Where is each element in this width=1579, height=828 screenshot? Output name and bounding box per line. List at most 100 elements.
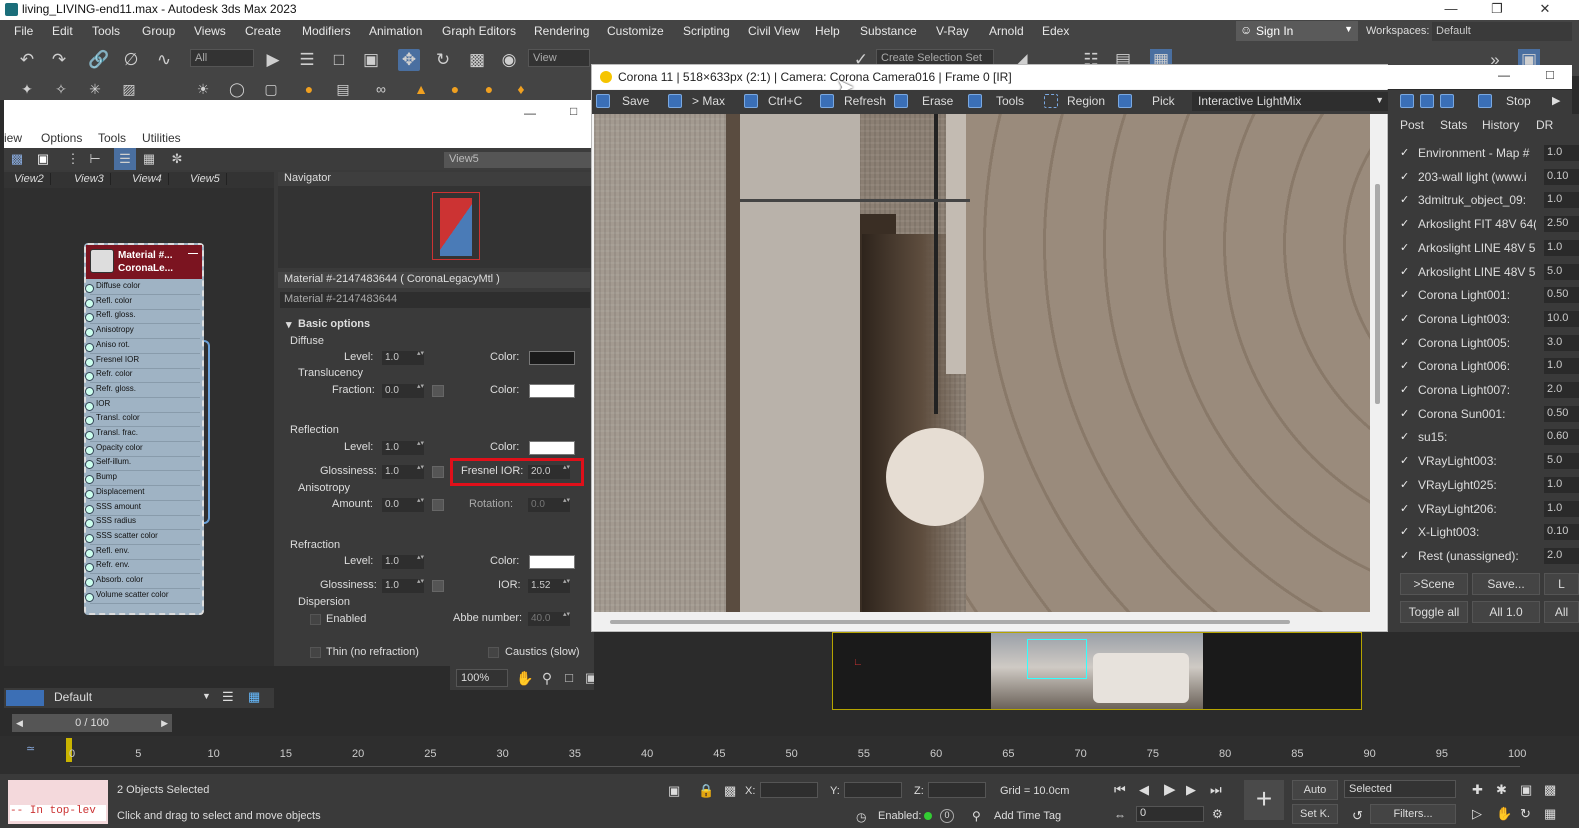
caustics-checkbox[interactable] (488, 647, 499, 658)
to-max-button[interactable]: > Max (692, 94, 725, 108)
dispersion-enabled-checkbox[interactable] (310, 614, 321, 625)
pick-material-icon[interactable]: ▣ (32, 148, 54, 170)
slate-menu-options[interactable]: Options (41, 131, 82, 145)
light-enabled-checkbox[interactable]: ✓ (1400, 337, 1412, 349)
tab-view3[interactable]: View3 (68, 173, 111, 185)
menu-edex[interactable]: Edex (1042, 24, 1069, 38)
next-frame-icon[interactable]: ▶ (161, 714, 168, 732)
save-icon[interactable] (596, 94, 610, 108)
layout-children-icon[interactable]: ▦ (138, 148, 160, 170)
menu-graph-editors[interactable]: Graph Editors (442, 24, 516, 38)
menu-file[interactable]: File (14, 24, 33, 38)
corona-sky-icon[interactable]: ● (478, 78, 500, 100)
corona-sun-icon[interactable]: ● (444, 78, 466, 100)
scene-explorer-icon[interactable]: ▦ (248, 689, 260, 705)
menu-group[interactable]: Group (142, 24, 175, 38)
unlink-icon[interactable]: ∅ (120, 49, 142, 71)
current-layer[interactable]: Default (54, 690, 92, 704)
reflection-color-swatch[interactable] (529, 441, 575, 455)
menu-modifiers[interactable]: Modifiers (302, 24, 351, 38)
vfb-minimize-icon[interactable]: — (1498, 68, 1510, 82)
isolate-icon[interactable]: ▣ (668, 783, 680, 799)
enabled-indicator[interactable] (924, 812, 932, 820)
undo-icon[interactable]: ↶ (16, 49, 38, 71)
light-intensity-field[interactable]: 1.0 (1544, 239, 1579, 256)
set-key-button[interactable]: Set K. (1292, 804, 1338, 824)
basic-options-rollout[interactable]: Basic options (298, 318, 370, 330)
zoom-region-icon[interactable]: □ (558, 667, 580, 689)
zoom-extents-all-icon[interactable]: ▩ (1544, 782, 1556, 798)
tab-view2[interactable]: View2 (8, 173, 51, 185)
slate-minimize-icon[interactable]: — (524, 106, 536, 120)
curve-icon[interactable]: ≃ (26, 742, 35, 755)
light-intensity-field[interactable]: 1.0 (1544, 358, 1579, 375)
selection-filter-dropdown[interactable]: All (190, 49, 254, 67)
light-enabled-checkbox[interactable]: ✓ (1400, 313, 1412, 325)
light-intensity-field[interactable]: 0.50 (1544, 405, 1579, 422)
menu-tools[interactable]: Tools (92, 24, 120, 38)
reference-coordinate-dropdown[interactable]: View (528, 49, 590, 67)
light-intensity-field[interactable]: 1.0 (1544, 145, 1579, 161)
material-slot[interactable]: SSS radius (85, 516, 200, 531)
orbit-icon[interactable]: ↻ (1520, 806, 1531, 822)
go-to-end-icon[interactable]: ⏭ (1210, 782, 1222, 798)
pan-view-icon[interactable]: ✋ (1496, 806, 1512, 822)
material-slot[interactable]: Displacement (85, 487, 200, 501)
render-image[interactable] (594, 114, 1370, 612)
camera-icon[interactable]: ▤ (332, 78, 354, 100)
menu-edit[interactable]: Edit (52, 24, 73, 38)
corona-light-icon[interactable]: ▲ (410, 78, 432, 100)
light-enabled-checkbox[interactable]: ✓ (1400, 266, 1412, 278)
reflection-level-spinner[interactable]: 1.0 (382, 440, 424, 455)
material-slot[interactable]: Transl. color (85, 413, 200, 428)
tab-view4[interactable]: View4 (126, 173, 169, 185)
light-enabled-checkbox[interactable]: ✓ (1400, 242, 1412, 254)
erase-button[interactable]: Erase (922, 94, 953, 108)
light-enabled-checkbox[interactable]: ✓ (1400, 171, 1412, 183)
key-mode-toggle-icon[interactable]: ↺ (1352, 808, 1363, 824)
next-key-icon[interactable]: ▶ (1186, 782, 1196, 798)
workspace-dropdown[interactable]: Default (1432, 22, 1572, 41)
material-slot[interactable]: Refr. gloss. (85, 384, 200, 398)
time-tag-icon[interactable]: ◷ (856, 810, 866, 824)
light-icon[interactable]: ● (298, 78, 320, 100)
refraction-gloss-map-button[interactable] (432, 580, 444, 592)
all-button[interactable]: All (1544, 601, 1579, 623)
material-slot[interactable]: Diffuse color (85, 281, 200, 295)
material-slot[interactable]: SSS scatter color (85, 531, 200, 545)
window-crossing-icon[interactable]: ▣ (360, 49, 382, 71)
material-slot[interactable]: Refl. gloss. (85, 310, 200, 325)
layer-icon[interactable] (6, 690, 44, 706)
prev-key-icon[interactable]: ◀ (1139, 782, 1149, 798)
close-icon[interactable]: ✕ (1522, 0, 1568, 20)
anisotropy-rotation-spinner[interactable]: 0.0 (528, 497, 570, 512)
to-scene-button[interactable]: >Scene (1400, 573, 1468, 595)
menu-substance[interactable]: Substance (860, 24, 917, 38)
current-frame-field[interactable]: 0 (1136, 806, 1204, 822)
light-enabled-checkbox[interactable]: ✓ (1400, 384, 1412, 396)
material-slot[interactable]: Bump (85, 472, 200, 487)
slate-menu-view[interactable]: iew (4, 131, 22, 145)
light-enabled-checkbox[interactable]: ✓ (1400, 550, 1412, 562)
light-enabled-checkbox[interactable]: ✓ (1400, 455, 1412, 467)
material-slot[interactable]: Self-illum. (85, 457, 200, 472)
tab-view5[interactable]: View5 (184, 173, 227, 185)
stop-button[interactable]: Stop (1506, 94, 1531, 108)
box-icon[interactable]: ▢ (260, 78, 282, 100)
load-button[interactable]: L (1544, 573, 1579, 595)
spinner-snap-icon[interactable]: ▨ (118, 78, 140, 100)
maxscript-mini-listener[interactable]: -- In top-lev (10, 805, 106, 821)
light-enabled-checkbox[interactable]: ✓ (1400, 526, 1412, 538)
anisotropy-amount-spinner[interactable]: 0.0 (382, 497, 424, 512)
slate-menu-utilities[interactable]: Utilities (142, 131, 181, 145)
thin-checkbox[interactable] (310, 647, 321, 658)
key-filter-dropdown[interactable]: Selected (1344, 780, 1456, 798)
pan-icon[interactable]: ✋ (514, 667, 536, 689)
translucency-fraction-spinner[interactable]: 0.0 (382, 383, 424, 398)
material-slot[interactable]: Refl. color (85, 296, 200, 310)
material-slot[interactable]: IOR (85, 399, 200, 413)
ior-spinner[interactable]: 1.52 (528, 578, 570, 593)
tab-stats[interactable]: Stats (1440, 118, 1467, 132)
region-button[interactable]: Region (1067, 94, 1105, 108)
tools-button[interactable]: Tools (996, 94, 1024, 108)
